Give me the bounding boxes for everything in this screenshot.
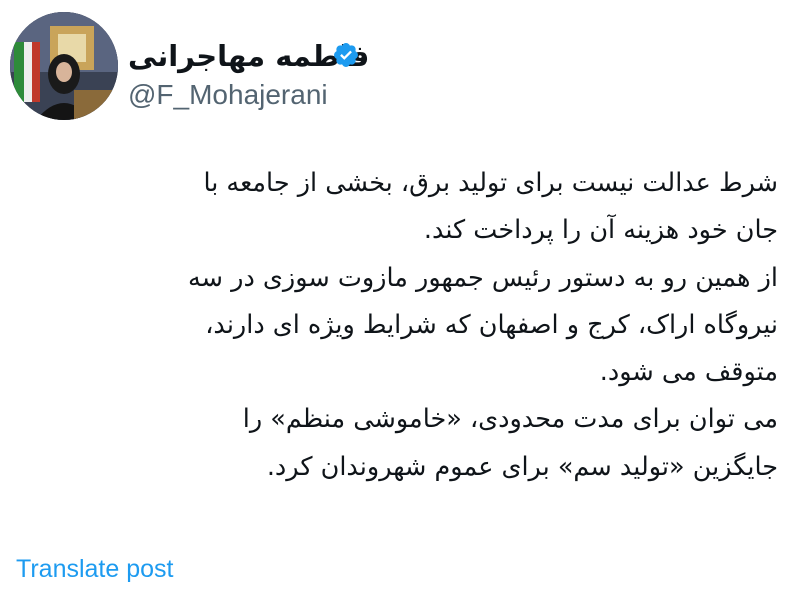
post-line: جان خود هزینه آن را پرداخت کند. (423, 215, 778, 246)
translate-post-link[interactable]: Translate post (16, 553, 173, 585)
post-text: شرط عدالت نیست برای تولید برق، بخشی از ج… (18, 160, 778, 491)
post-line: جایگزین «تولید سم» برای عموم شهروندان کر… (266, 451, 778, 482)
post-line: از همین رو به دستور رئیس جمهور مازوت سوز… (188, 262, 778, 293)
post-line: شرط عدالت نیست برای تولید برق، بخشی از ج… (203, 168, 778, 198)
avatar[interactable] (10, 12, 118, 120)
post-line: نیروگاه اراک، کرج و اصفهان که شرایط ویژه… (205, 309, 778, 340)
post-header: فاطمه مهاجرانی @F_Mohajerani (10, 12, 790, 122)
post-line: می توان برای مدت محدودی، «خاموشی منظم» ر… (242, 404, 778, 435)
post-line: متوقف می شود. (599, 357, 778, 388)
verified-check-icon (334, 43, 358, 67)
user-handle[interactable]: @F_Mohajerani (128, 78, 328, 112)
avatar-photo (10, 12, 118, 120)
